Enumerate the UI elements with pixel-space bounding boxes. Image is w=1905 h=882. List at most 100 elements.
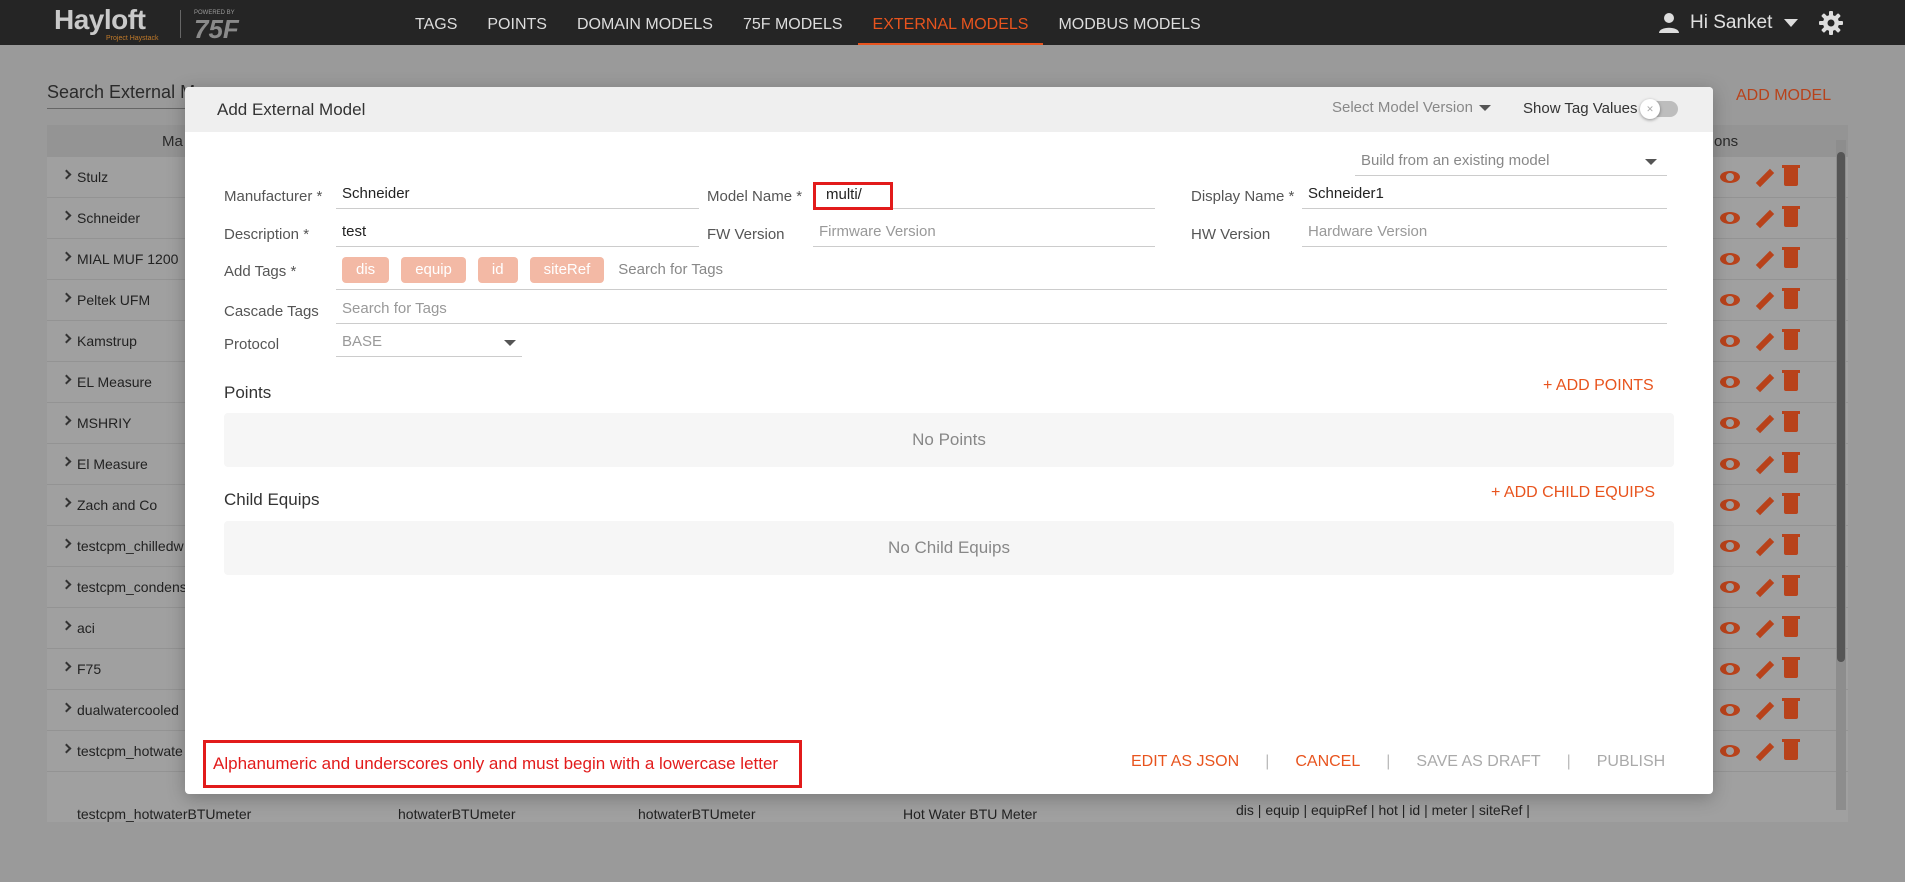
trash-icon[interactable]: [1782, 329, 1800, 350]
add-child-equips-button[interactable]: + ADD CHILD EQUIPS: [1491, 484, 1655, 502]
chevron-right-icon[interactable]: [61, 374, 72, 385]
search-external-models[interactable]: Search External M: [47, 82, 195, 103]
trash-icon[interactable]: [1782, 534, 1800, 555]
trash-icon[interactable]: [1782, 165, 1800, 186]
build-from-existing-select[interactable]: Build from an existing model: [1355, 149, 1667, 176]
eye-icon[interactable]: [1720, 622, 1740, 634]
pencil-icon[interactable]: [1755, 168, 1775, 188]
eye-icon[interactable]: [1720, 663, 1740, 675]
description-field[interactable]: test: [336, 220, 699, 247]
pencil-icon[interactable]: [1755, 414, 1775, 434]
child-equips-title: Child Equips: [224, 490, 320, 509]
chevron-right-icon[interactable]: [61, 661, 72, 672]
chevron-right-icon[interactable]: [61, 702, 72, 713]
trash-icon[interactable]: [1782, 411, 1800, 432]
nav-75f-models[interactable]: 75F MODELS: [728, 0, 858, 45]
pencil-icon[interactable]: [1755, 332, 1775, 352]
chevron-right-icon[interactable]: [61, 169, 72, 180]
tag-chip-equip[interactable]: equip: [401, 256, 466, 283]
pencil-icon[interactable]: [1755, 209, 1775, 229]
chevron-right-icon[interactable]: [61, 620, 72, 631]
eye-icon[interactable]: [1720, 704, 1740, 716]
trash-icon[interactable]: [1782, 288, 1800, 309]
chevron-right-icon[interactable]: [61, 579, 72, 590]
eye-icon[interactable]: [1720, 417, 1740, 429]
row-manufacturer: EL Measure: [77, 374, 152, 390]
eye-icon[interactable]: [1720, 581, 1740, 593]
eye-icon[interactable]: [1720, 458, 1740, 470]
model-version-select[interactable]: Select Model Version: [1332, 99, 1491, 116]
show-tag-values-toggle[interactable]: ✕: [1640, 99, 1678, 119]
trash-icon[interactable]: [1782, 575, 1800, 596]
add-tags-field[interactable]: dis equip id siteRef Search for Tags: [336, 250, 1667, 290]
nav-external-models[interactable]: EXTERNAL MODELS: [857, 0, 1044, 45]
trash-icon[interactable]: [1782, 657, 1800, 678]
add-model-button[interactable]: ADD MODEL: [1736, 87, 1831, 105]
save-as-draft-button[interactable]: SAVE AS DRAFT: [1416, 753, 1540, 771]
nav-points[interactable]: POINTS: [472, 0, 562, 45]
chevron-right-icon[interactable]: [61, 415, 72, 426]
chevron-right-icon[interactable]: [61, 497, 72, 508]
manufacturer-field[interactable]: Schneider: [336, 182, 699, 209]
publish-button[interactable]: PUBLISH: [1597, 753, 1665, 771]
chevron-right-icon[interactable]: [61, 292, 72, 303]
pencil-icon[interactable]: [1755, 701, 1775, 721]
trash-icon[interactable]: [1782, 739, 1800, 760]
chevron-right-icon[interactable]: [61, 333, 72, 344]
model-name-field[interactable]: multi/: [813, 182, 893, 210]
pencil-icon[interactable]: [1755, 373, 1775, 393]
main-nav: TAGS POINTS DOMAIN MODELS 75F MODELS EXT…: [400, 0, 1216, 45]
nav-domain-models[interactable]: DOMAIN MODELS: [562, 0, 728, 45]
scrollbar-thumb[interactable]: [1837, 152, 1845, 662]
pencil-icon[interactable]: [1755, 291, 1775, 311]
trash-icon[interactable]: [1782, 493, 1800, 514]
cascade-tags-field[interactable]: Search for Tags: [336, 297, 1667, 324]
divider: |: [1386, 753, 1391, 770]
pencil-icon[interactable]: [1755, 578, 1775, 598]
edit-as-json-button[interactable]: EDIT AS JSON: [1131, 753, 1239, 771]
chevron-right-icon[interactable]: [61, 456, 72, 467]
row-actions: [1720, 534, 1800, 557]
chevron-right-icon[interactable]: [61, 538, 72, 549]
user-menu[interactable]: Hi Sanket: [1658, 0, 1799, 45]
trash-icon[interactable]: [1782, 247, 1800, 268]
chevron-right-icon[interactable]: [61, 743, 72, 754]
fw-version-field[interactable]: Firmware Version: [813, 220, 1155, 247]
eye-icon[interactable]: [1720, 499, 1740, 511]
tag-chip-siteref[interactable]: siteRef: [529, 256, 605, 283]
display-name-field[interactable]: Schneider1: [1302, 182, 1667, 209]
trash-icon[interactable]: [1782, 452, 1800, 473]
cancel-button[interactable]: CANCEL: [1295, 753, 1360, 771]
eye-icon[interactable]: [1720, 294, 1740, 306]
add-points-button[interactable]: + ADD POINTS: [1543, 377, 1654, 395]
protocol-select[interactable]: BASE: [336, 330, 522, 357]
tag-search-input[interactable]: Search for Tags: [618, 261, 723, 278]
pencil-icon[interactable]: [1755, 496, 1775, 516]
hw-version-field[interactable]: Hardware Version: [1302, 220, 1667, 247]
trash-icon[interactable]: [1782, 370, 1800, 391]
row-manufacturer: Kamstrup: [77, 333, 137, 349]
nav-modbus-models[interactable]: MODBUS MODELS: [1043, 0, 1215, 45]
trash-icon[interactable]: [1782, 616, 1800, 637]
pencil-icon[interactable]: [1755, 537, 1775, 557]
pencil-icon[interactable]: [1755, 619, 1775, 639]
eye-icon[interactable]: [1720, 171, 1740, 183]
eye-icon[interactable]: [1720, 212, 1740, 224]
chevron-right-icon[interactable]: [61, 210, 72, 221]
trash-icon[interactable]: [1782, 698, 1800, 719]
chevron-right-icon[interactable]: [61, 251, 72, 262]
pencil-icon[interactable]: [1755, 455, 1775, 475]
pencil-icon[interactable]: [1755, 742, 1775, 762]
pencil-icon[interactable]: [1755, 660, 1775, 680]
gear-icon[interactable]: [1818, 10, 1844, 36]
eye-icon[interactable]: [1720, 745, 1740, 757]
tag-chip-dis[interactable]: dis: [342, 256, 390, 283]
trash-icon[interactable]: [1782, 206, 1800, 227]
eye-icon[interactable]: [1720, 540, 1740, 552]
tag-chip-id[interactable]: id: [477, 256, 518, 283]
nav-tags[interactable]: TAGS: [400, 0, 472, 45]
eye-icon[interactable]: [1720, 335, 1740, 347]
eye-icon[interactable]: [1720, 253, 1740, 265]
eye-icon[interactable]: [1720, 376, 1740, 388]
pencil-icon[interactable]: [1755, 250, 1775, 270]
